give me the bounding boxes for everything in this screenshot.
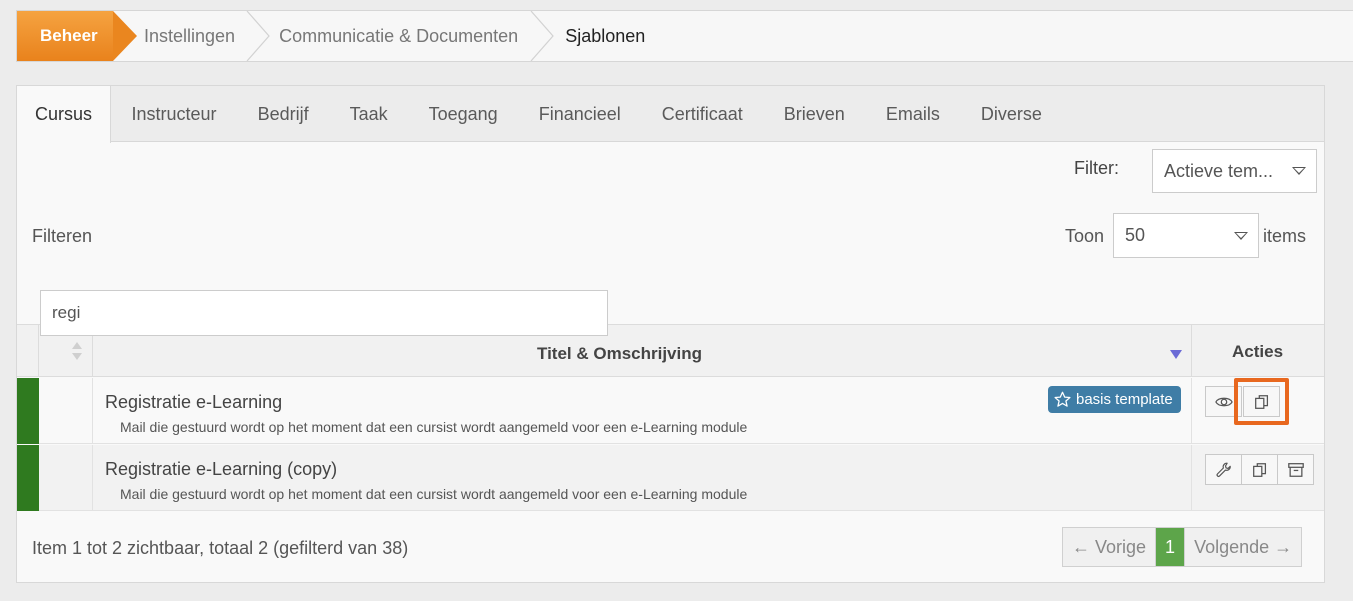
search-input[interactable]: regi [40, 290, 608, 336]
breadcrumb-item-instellingen[interactable]: Instellingen [144, 11, 271, 61]
filter-select-value: Actieve tem... [1164, 160, 1274, 181]
tab-toegang[interactable]: Toegang [408, 86, 518, 142]
wrench-icon [1216, 462, 1231, 477]
table-row: Registratie e-Learning Mail die gestuurd… [17, 378, 1324, 444]
prev-page-button[interactable]: ← Vorige [1063, 528, 1155, 566]
breadcrumb-separator-icon [530, 11, 554, 61]
page-size-value: 50 [1125, 225, 1146, 245]
tab-cursus[interactable]: Cursus [17, 86, 112, 143]
row-select-cell [39, 445, 93, 511]
chevron-down-icon [1292, 167, 1306, 175]
chevron-down-icon [1234, 231, 1248, 240]
column-divider [1191, 378, 1192, 444]
breadcrumb-label: Communicatie & Documenten [279, 25, 519, 46]
archive-button[interactable] [1277, 454, 1314, 485]
template-title[interactable]: Registratie e-Learning (copy) [105, 459, 337, 480]
breadcrumb-label: Beheer [40, 26, 98, 45]
breadcrumb-item-sjablonen: Sjablonen [555, 11, 645, 61]
eye-icon [1214, 397, 1233, 406]
template-title[interactable]: Registratie e-Learning [105, 392, 282, 413]
breadcrumb-item-beheer[interactable]: Beheer [17, 11, 137, 61]
sort-icon [72, 342, 82, 360]
status-column-header [17, 325, 39, 377]
title-column-label: Titel & Omschrijving [537, 344, 703, 363]
breadcrumb: Beheer Instellingen Communicatie & Docum… [16, 10, 1353, 62]
badge-label: basis template [1076, 391, 1173, 408]
column-divider [1191, 445, 1192, 511]
tab-instructeur[interactable]: Instructeur [111, 86, 237, 142]
tab-emails[interactable]: Emails [865, 86, 960, 142]
filter-select[interactable]: Actieve tem... [1152, 149, 1317, 193]
tab-brieven[interactable]: Brieven [763, 86, 865, 142]
status-indicator [17, 378, 39, 444]
tab-certificaat[interactable]: Certificaat [641, 86, 763, 142]
search-input-value: regi [52, 303, 81, 322]
row-select-cell [39, 378, 93, 444]
pagination-summary: Item 1 tot 2 zichtbaar, totaal 2 (gefilt… [32, 538, 409, 558]
actions-column-label: Acties [1232, 342, 1284, 361]
breadcrumb-label: Instellingen [144, 25, 236, 46]
filteren-label: Filteren [32, 226, 93, 246]
next-page-button[interactable]: Volgende → [1184, 528, 1301, 566]
sort-desc-icon [1170, 350, 1182, 359]
template-description: Mail die gestuurd wordt op het moment da… [120, 486, 748, 502]
edit-button[interactable] [1205, 454, 1242, 485]
breadcrumb-item-communicatie[interactable]: Communicatie & Documenten [271, 11, 555, 61]
archive-icon [1287, 462, 1304, 477]
star-icon [1054, 391, 1071, 407]
template-description: Mail die gestuurd wordt op het moment da… [120, 419, 748, 435]
breadcrumb-label: Sjablonen [565, 25, 646, 46]
page-1-button[interactable]: 1 [1155, 528, 1185, 566]
pagination: ← Vorige 1 Volgende → [1062, 527, 1303, 567]
tab-financieel[interactable]: Financieel [518, 86, 641, 142]
tab-bar: Cursus Instructeur Bedrijf Taak Toegang … [17, 86, 1324, 143]
tab-bedrijf[interactable]: Bedrijf [237, 86, 329, 142]
breadcrumb-separator-icon [246, 11, 270, 61]
tab-taak[interactable]: Taak [329, 86, 408, 142]
copy-icon [1252, 462, 1266, 477]
copy-button[interactable] [1241, 454, 1278, 485]
tab-diverse[interactable]: Diverse [960, 86, 1062, 142]
basis-template-badge: basis template [1048, 386, 1181, 413]
page-size-suffix: items [1263, 226, 1307, 246]
status-indicator [17, 445, 39, 511]
page-size-prefix: Toon [1065, 226, 1105, 246]
templates-panel: Cursus Instructeur Bedrijf Taak Toegang … [16, 85, 1325, 583]
copy-button-highlight [1234, 378, 1289, 425]
table-row: Registratie e-Learning (copy) Mail die g… [17, 445, 1324, 511]
filter-label: Filter: [1074, 158, 1119, 178]
page-size-select[interactable]: 50 [1113, 213, 1259, 258]
